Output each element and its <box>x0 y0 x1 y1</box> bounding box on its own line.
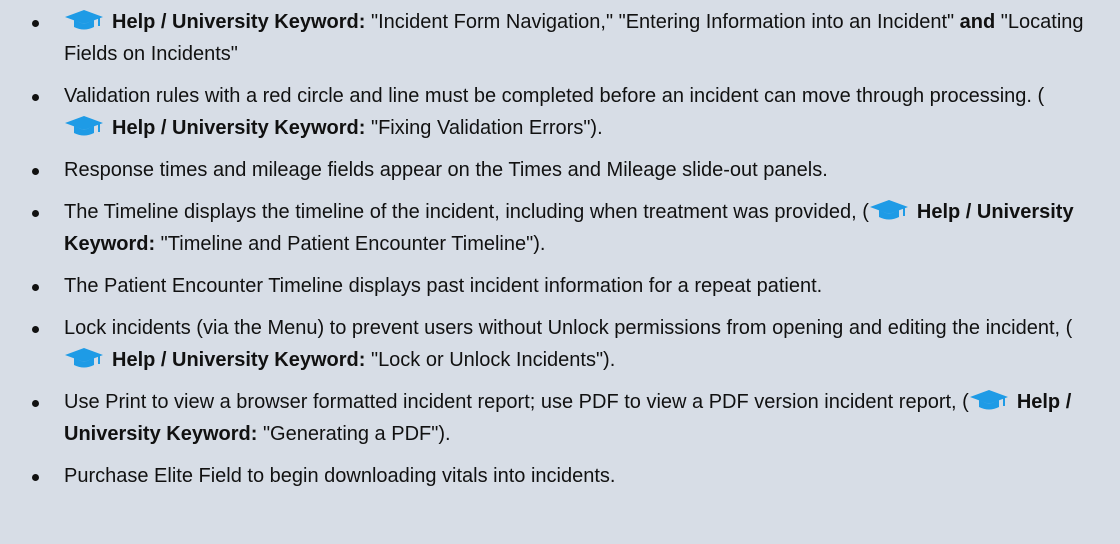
keyword-label: Help / University Keyword: <box>112 349 366 371</box>
graduation-cap-icon <box>64 346 104 370</box>
keyword-text: "Generating a PDF"). <box>257 423 451 445</box>
list-item: The Patient Encounter Timeline displays … <box>0 270 1120 302</box>
list-item: The Timeline displays the timeline of th… <box>0 196 1120 260</box>
item-text: Purchase Elite Field to begin downloadin… <box>64 465 616 487</box>
list-item: Use Print to view a browser formatted in… <box>0 386 1120 450</box>
list-item: Validation rules with a red circle and l… <box>0 80 1120 144</box>
item-text: Validation rules with a red circle and l… <box>64 85 1045 107</box>
keyword-text: "Incident Form Navigation," "Entering In… <box>365 11 960 33</box>
graduation-cap-icon <box>969 388 1009 412</box>
bullet-list: Help / University Keyword: "Incident For… <box>0 6 1120 492</box>
list-item: Purchase Elite Field to begin downloadin… <box>0 460 1120 492</box>
keyword-label: Help / University Keyword: <box>112 11 366 33</box>
keyword-text: "Lock or Unlock Incidents"). <box>365 349 616 371</box>
item-text: The Timeline displays the timeline of th… <box>64 201 869 223</box>
list-item: Response times and mileage fields appear… <box>0 154 1120 186</box>
keyword-text: "Timeline and Patient Encounter Timeline… <box>155 233 546 255</box>
item-text: Response times and mileage fields appear… <box>64 159 828 181</box>
item-text: The Patient Encounter Timeline displays … <box>64 275 823 297</box>
keyword-text: "Fixing Validation Errors"). <box>365 117 603 139</box>
list-item: Lock incidents (via the Menu) to prevent… <box>0 312 1120 376</box>
keyword-label: Help / University Keyword: <box>112 117 366 139</box>
graduation-cap-icon <box>64 8 104 32</box>
list-item: Help / University Keyword: "Incident For… <box>0 6 1120 70</box>
item-text: Use Print to view a browser formatted in… <box>64 391 969 413</box>
graduation-cap-icon <box>64 114 104 138</box>
and-word: and <box>959 11 996 33</box>
document-body: Help / University Keyword: "Incident For… <box>0 0 1120 544</box>
item-text: Lock incidents (via the Menu) to prevent… <box>64 317 1073 339</box>
graduation-cap-icon <box>869 198 909 222</box>
